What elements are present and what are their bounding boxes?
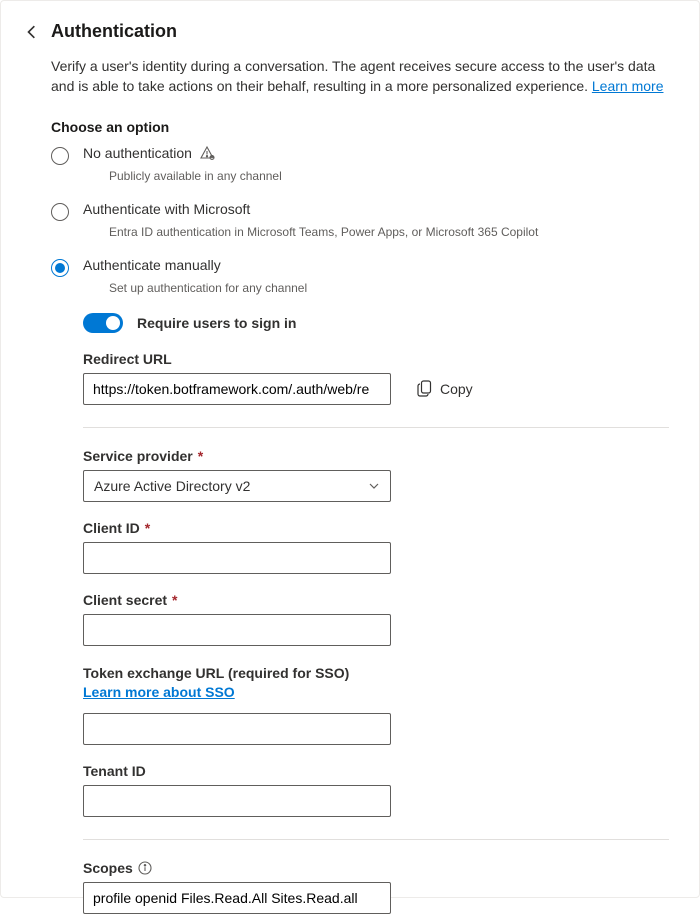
redirect-url-input[interactable] (83, 373, 391, 405)
divider (83, 427, 669, 428)
info-icon (138, 861, 152, 875)
radio-subtext: Publicly available in any channel (109, 169, 669, 183)
require-signin-label: Require users to sign in (137, 315, 296, 331)
radio-no-authentication[interactable]: No authentication (51, 145, 669, 165)
tenant-id-input[interactable] (83, 785, 391, 817)
radio-authenticate-microsoft[interactable]: Authenticate with Microsoft (51, 201, 669, 221)
radio-circle (51, 203, 69, 221)
learn-more-sso-link[interactable]: Learn more about SSO (83, 684, 235, 700)
back-icon[interactable] (25, 25, 39, 39)
client-secret-input[interactable] (83, 614, 391, 646)
radio-label: No authentication (83, 145, 215, 161)
client-id-input[interactable] (83, 542, 391, 574)
service-provider-select[interactable]: Azure Active Directory v2 (83, 470, 391, 502)
learn-more-link[interactable]: Learn more (592, 78, 664, 94)
require-signin-toggle[interactable] (83, 313, 123, 333)
copy-icon (417, 380, 432, 397)
description: Verify a user's identity during a conver… (51, 56, 669, 97)
radio-subtext: Set up authentication for any channel (109, 281, 669, 295)
divider (83, 839, 669, 840)
page-title: Authentication (51, 21, 177, 42)
radio-circle-selected (51, 259, 69, 277)
client-id-label: Client ID * (83, 520, 669, 536)
client-secret-label: Client secret * (83, 592, 669, 608)
scopes-label: Scopes (83, 860, 669, 876)
choose-option-label: Choose an option (51, 119, 669, 135)
radio-label: Authenticate with Microsoft (83, 201, 250, 217)
service-provider-label: Service provider * (83, 448, 669, 464)
radio-subtext: Entra ID authentication in Microsoft Tea… (109, 225, 669, 239)
redirect-url-label: Redirect URL (83, 351, 669, 367)
radio-circle (51, 147, 69, 165)
radio-authenticate-manually[interactable]: Authenticate manually (51, 257, 669, 277)
radio-label: Authenticate manually (83, 257, 221, 273)
tenant-id-label: Tenant ID (83, 763, 669, 779)
chevron-down-icon (368, 480, 380, 492)
token-exchange-input[interactable] (83, 713, 391, 745)
token-exchange-label: Token exchange URL (required for SSO) Le… (83, 664, 391, 703)
warning-icon (199, 145, 215, 161)
copy-button[interactable]: Copy (417, 380, 473, 397)
